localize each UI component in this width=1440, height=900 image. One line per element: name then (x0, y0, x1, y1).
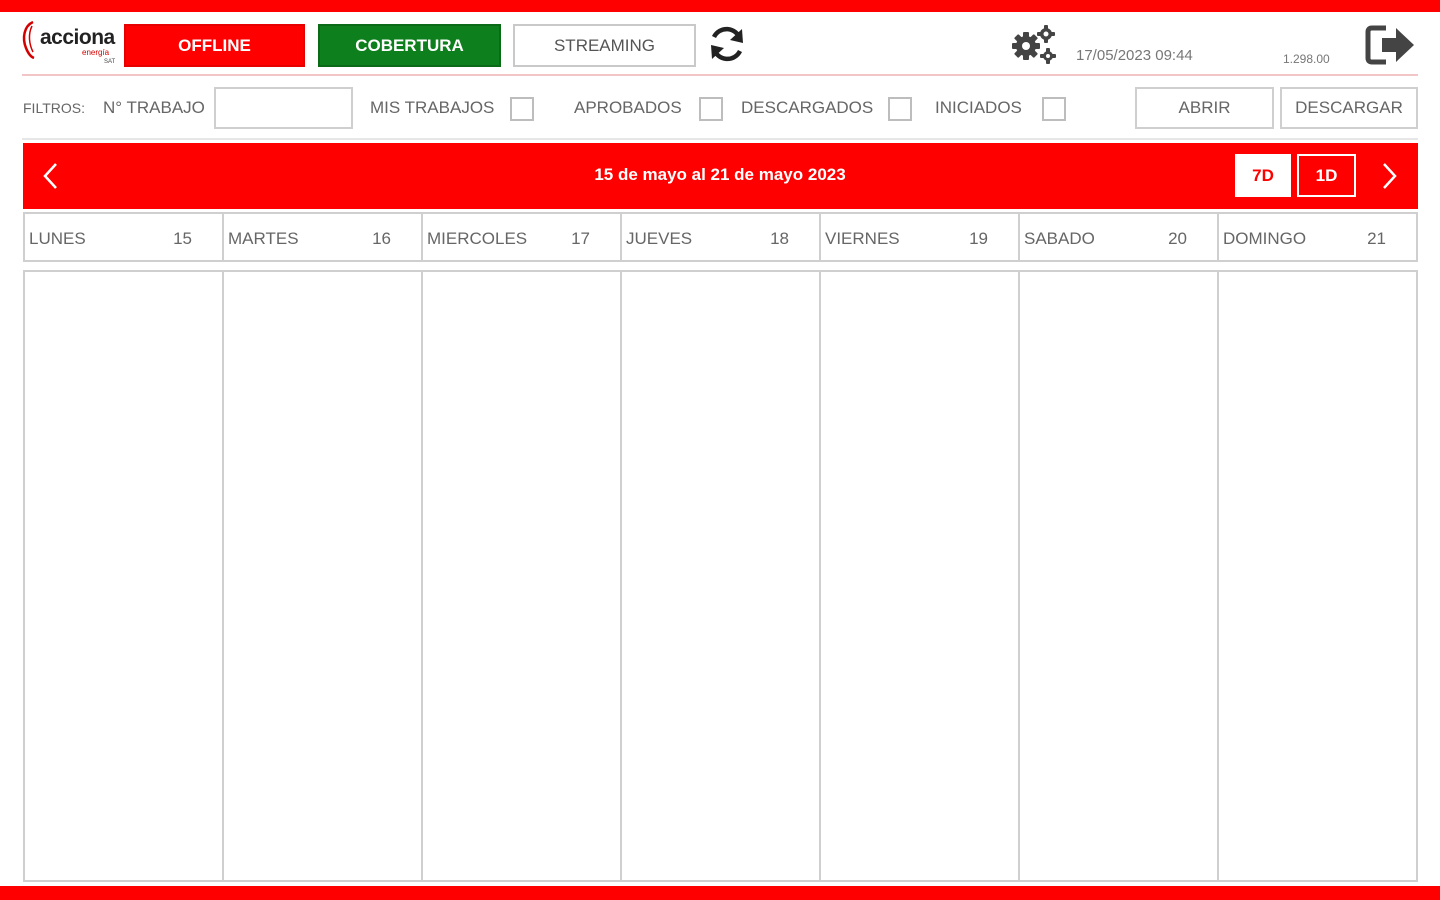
abrir-button[interactable]: ABRIR (1135, 87, 1274, 129)
n-trabajo-label: N° TRABAJO (103, 98, 205, 117)
calendar-grid (23, 270, 1418, 882)
n-trabajo-input[interactable] (214, 87, 353, 129)
day-column-thursday[interactable] (622, 272, 821, 880)
iniciados-label: INICIADOS (935, 98, 1022, 117)
day-column-sunday[interactable] (1219, 272, 1416, 880)
descargados-checkbox[interactable] (888, 97, 912, 121)
day-name: MIERCOLES (427, 229, 528, 248)
day-header-tuesday[interactable]: MARTES 16 (224, 214, 423, 260)
current-datetime: 17/05/2023 09:44 (1076, 47, 1193, 64)
day-name: LUNES (29, 229, 86, 248)
day-date: 18 (770, 229, 789, 248)
filters-divider (22, 138, 1418, 140)
day-name: DOMINGO (1223, 229, 1307, 248)
day-column-wednesday[interactable] (423, 272, 622, 880)
top-accent-bar (0, 0, 1440, 12)
logo-mark-icon (22, 20, 35, 60)
filters-label: FILTROS: (23, 100, 85, 116)
descargar-button[interactable]: DESCARGAR (1280, 87, 1418, 129)
day-name: VIERNES (825, 229, 900, 248)
view-7d-button[interactable]: 7D (1235, 154, 1291, 197)
view-1d-button[interactable]: 1D (1297, 154, 1356, 197)
settings-gears-icon[interactable] (1010, 22, 1058, 66)
day-header-sunday[interactable]: DOMINGO 21 (1219, 214, 1416, 260)
logo-name: acciona (40, 26, 115, 49)
cobertura-button[interactable]: COBERTURA (318, 24, 501, 67)
header-divider (22, 74, 1418, 76)
day-column-monday[interactable] (25, 272, 224, 880)
day-header-friday[interactable]: VIERNES 19 (821, 214, 1020, 260)
iniciados-checkbox[interactable] (1042, 97, 1066, 121)
refresh-icon[interactable] (706, 23, 748, 65)
app-version: 1.298.00 (1283, 52, 1330, 66)
day-name: JUEVES (626, 229, 693, 248)
acciona-logo: acciona energía SAT (20, 20, 116, 70)
week-range-title: 15 de mayo al 21 de mayo 2023 (594, 165, 846, 184)
day-column-friday[interactable] (821, 272, 1020, 880)
day-date: 21 (1367, 229, 1386, 248)
chevron-right-icon[interactable] (1376, 160, 1402, 192)
bottom-accent-bar (0, 886, 1440, 900)
aprobados-label: APROBADOS (574, 98, 682, 117)
day-header-monday[interactable]: LUNES 15 (25, 214, 224, 260)
offline-button[interactable]: OFFLINE (124, 24, 305, 67)
logo-sub: energía (82, 48, 110, 57)
aprobados-checkbox[interactable] (699, 97, 723, 121)
logo-sub2: SAT (104, 59, 116, 65)
day-header-row: LUNES 15 MARTES 16 MIERCOLES 17 JUEVES 1… (23, 212, 1418, 262)
day-header-thursday[interactable]: JUEVES 18 (622, 214, 821, 260)
day-header-saturday[interactable]: SABADO 20 (1020, 214, 1219, 260)
day-name: SABADO (1024, 229, 1095, 248)
day-date: 20 (1168, 229, 1187, 248)
streaming-button[interactable]: STREAMING (513, 24, 696, 67)
mis-trabajos-label: MIS TRABAJOS (370, 98, 495, 117)
day-date: 15 (173, 229, 192, 248)
day-date: 19 (969, 229, 988, 248)
day-column-saturday[interactable] (1020, 272, 1219, 880)
day-header-wednesday[interactable]: MIERCOLES 17 (423, 214, 622, 260)
day-name: MARTES (228, 229, 299, 248)
day-column-tuesday[interactable] (224, 272, 423, 880)
day-date: 16 (372, 229, 391, 248)
descargados-label: DESCARGADOS (741, 98, 874, 117)
mis-trabajos-checkbox[interactable] (510, 97, 534, 121)
logout-icon[interactable] (1364, 22, 1418, 68)
day-date: 17 (571, 229, 590, 248)
chevron-left-icon[interactable] (38, 160, 64, 192)
